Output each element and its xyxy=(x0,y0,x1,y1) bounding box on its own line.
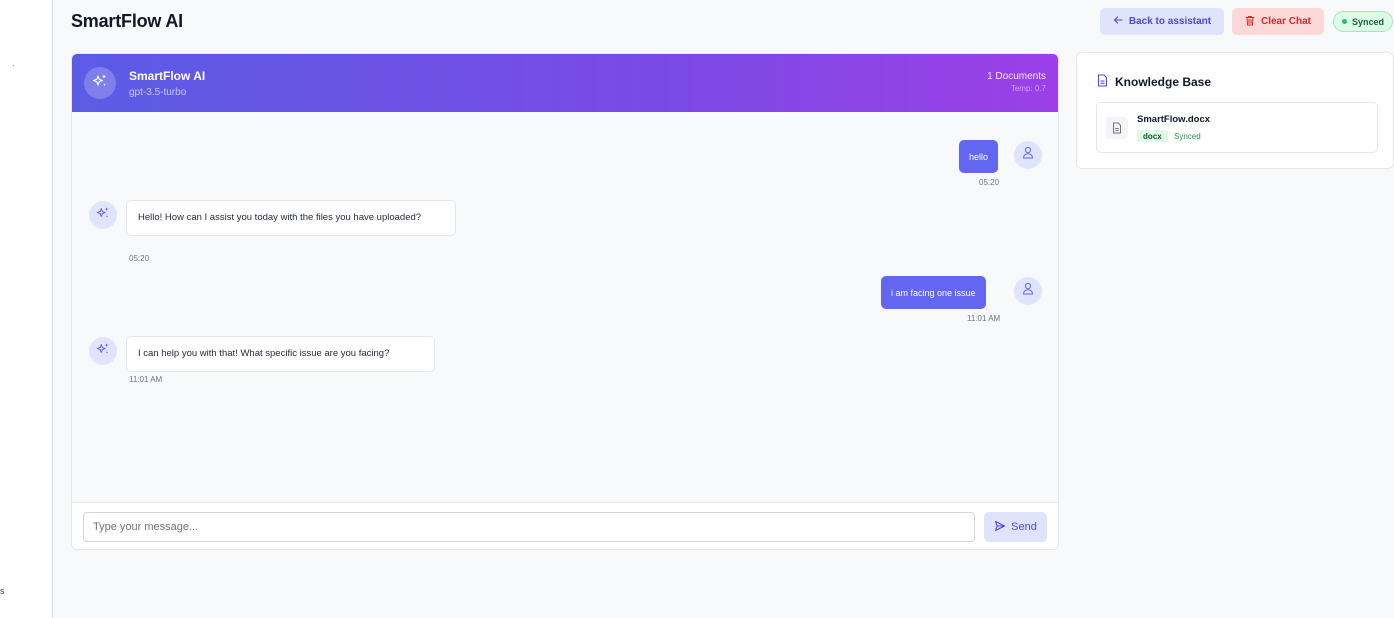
chat-panel: SmartFlow AI gpt-3.5-turbo 1 Documents T… xyxy=(71,53,1059,550)
sidebar: . s xyxy=(0,0,53,618)
sparkles-icon xyxy=(96,206,110,225)
message-composer: Send xyxy=(72,502,1058,549)
sync-status-label: Synced xyxy=(1351,16,1384,27)
message-time: 11:01 AM xyxy=(129,375,163,384)
assistant-message-avatar xyxy=(89,337,117,365)
assistant-message-avatar xyxy=(89,201,117,229)
assistant-avatar xyxy=(84,67,116,99)
clear-chat-button[interactable]: Clear Chat xyxy=(1232,8,1324,35)
file-name: SmartFlow.docx xyxy=(1137,114,1211,125)
message-input[interactable] xyxy=(83,512,975,542)
back-to-assistant-button[interactable]: Back to assistant xyxy=(1100,8,1224,35)
assistant-model: gpt-3.5-turbo xyxy=(129,87,187,98)
send-label: Send xyxy=(1011,521,1037,533)
user-message: i am facing one issue xyxy=(881,276,986,309)
message-time: 11:01 AM xyxy=(967,314,1001,323)
message-list: hello 05:20 Hello! How can I assist you … xyxy=(72,112,1058,502)
assistant-name: SmartFlow AI xyxy=(129,69,206,83)
knowledge-base-title-text: Knowledge Base xyxy=(1115,75,1212,89)
file-sync-status: Synced xyxy=(1174,132,1201,141)
user-icon xyxy=(1022,282,1034,300)
user-message: hello xyxy=(959,140,999,173)
knowledge-file-item[interactable]: SmartFlow.docx docx Synced xyxy=(1096,102,1378,153)
message-time: 05:20 xyxy=(129,254,150,263)
sidebar-fragment: . xyxy=(12,58,15,68)
message-time: 05:20 xyxy=(979,178,1000,187)
file-type-badge: docx xyxy=(1137,130,1168,142)
chat-header: SmartFlow AI gpt-3.5-turbo 1 Documents T… xyxy=(72,54,1058,112)
user-icon xyxy=(1022,146,1034,164)
assistant-message: Hello! How can I assist you today with t… xyxy=(126,200,456,236)
sidebar-fragment[interactable]: s xyxy=(0,586,5,596)
user-avatar xyxy=(1014,277,1042,305)
arrow-left-icon xyxy=(1113,15,1123,28)
trash-icon xyxy=(1245,15,1255,29)
temperature-value: Temp: 0.7 xyxy=(1010,84,1046,93)
documents-count: 1 Documents xyxy=(987,71,1046,82)
file-icon xyxy=(1106,117,1128,139)
sparkles-icon xyxy=(92,73,108,94)
page-title: SmartFlow AI xyxy=(71,11,183,31)
sync-status-badge: Synced xyxy=(1333,11,1393,32)
knowledge-base-panel: Knowledge Base SmartFlow.docx docx Synce… xyxy=(1076,52,1394,169)
send-button[interactable]: Send xyxy=(984,512,1047,542)
send-icon xyxy=(994,520,1006,535)
back-to-assistant-label: Back to assistant xyxy=(1128,16,1212,27)
clear-chat-label: Clear Chat xyxy=(1260,16,1311,27)
document-icon xyxy=(1097,74,1108,90)
user-avatar xyxy=(1014,141,1042,169)
assistant-message: I can help you with that! What specific … xyxy=(126,336,435,372)
sparkles-icon xyxy=(96,342,110,361)
knowledge-base-title: Knowledge Base xyxy=(1097,74,1211,90)
status-dot-icon xyxy=(1341,19,1347,24)
